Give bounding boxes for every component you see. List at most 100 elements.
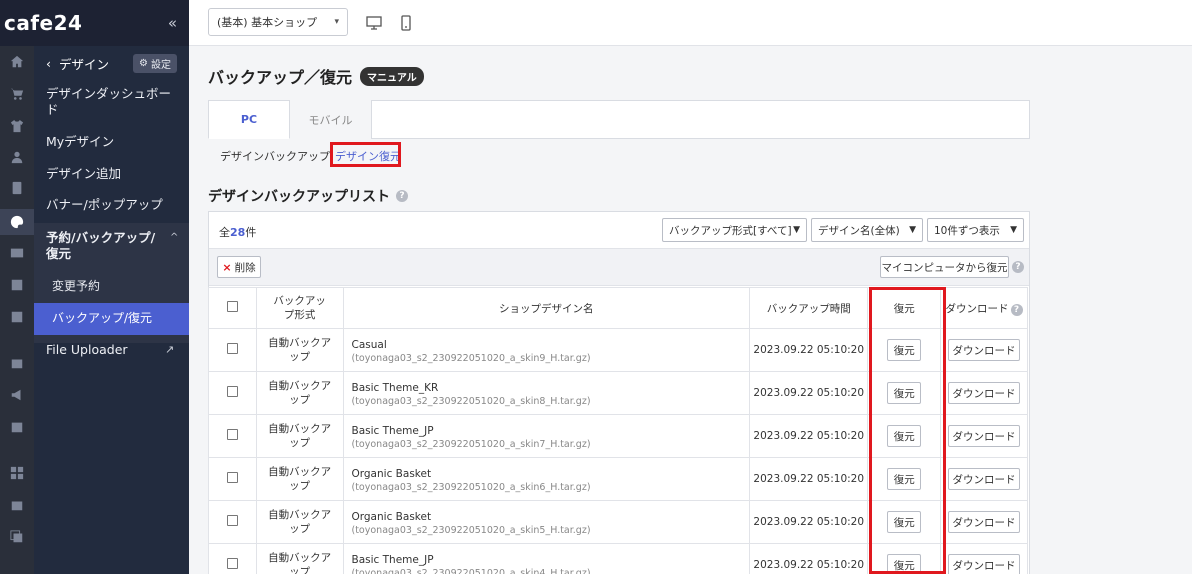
row-backup-type-text: 自動バックアップ (268, 552, 332, 574)
row-design-file: (toyonaga03_s2_230922051020_a_skin8_H.ta… (351, 395, 591, 407)
restore-from-pc-button[interactable]: マイコンピュータから復元 (880, 256, 1009, 278)
row-design-title: Basic Theme_KR (351, 381, 439, 394)
mobile-view-icon[interactable] (396, 12, 416, 34)
header-download: ダウンロード? (940, 287, 1028, 329)
board-icon[interactable] (7, 178, 27, 198)
row-backup-type: 自動バックアップ (255, 328, 344, 372)
home-icon[interactable] (7, 52, 27, 72)
user-icon[interactable] (7, 147, 27, 167)
top-bar: (基本) 基本ショップ ▾ (189, 0, 1192, 46)
addon-icon[interactable] (7, 495, 27, 515)
store-icon[interactable] (7, 353, 27, 373)
row-design-title: Casual (351, 338, 387, 351)
tab-pc[interactable]: PC (208, 100, 290, 139)
row-checkbox[interactable] (226, 472, 238, 483)
manual-badge[interactable]: マニュアル (360, 66, 424, 86)
row-design-name: Basic Theme_KR (toyonaga03_s2_23092205102… (342, 371, 750, 415)
design-name-filter-value: デザイン名(全体) (818, 224, 900, 237)
row-checkbox[interactable] (226, 343, 238, 354)
total-suffix: 件 (245, 226, 257, 239)
list-title: デザインバックアップリスト ? (208, 186, 408, 206)
delete-button-label: 削除 (234, 261, 256, 274)
total-prefix: 全 (219, 226, 230, 239)
copy-icon[interactable] (7, 527, 27, 547)
download-button[interactable]: ダウンロード (948, 339, 1021, 361)
row-checkbox[interactable] (226, 515, 238, 526)
row-backup-type: 自動バックアップ (255, 457, 344, 501)
row-backup-type-text: 自動バックアップ (268, 509, 332, 535)
megaphone-icon[interactable] (7, 385, 27, 405)
row-backup-time: 2023.09.22 05:10:20 (748, 371, 869, 415)
row-design-name: Basic Theme_JP (toyonaga03_s2_23092205102… (342, 543, 750, 574)
nav-back-label: デザイン (59, 56, 110, 72)
header-design-name: ショップデザイン名 (342, 287, 750, 329)
shirt-icon[interactable] (7, 116, 27, 136)
collapse-icon[interactable]: « (168, 14, 177, 32)
help-icon[interactable]: ? (1010, 303, 1023, 316)
help-icon[interactable]: ? (1012, 261, 1024, 273)
chevron-down-icon: ▾ (334, 17, 339, 27)
settings-button[interactable]: ⚙ 設定 (133, 53, 177, 73)
row-backup-time: 2023.09.22 05:10:20 (748, 328, 869, 372)
subtab-design-backup[interactable]: デザインバックアップ (220, 148, 330, 164)
excel-icon[interactable] (7, 307, 27, 327)
row-checkbox[interactable] (226, 558, 238, 569)
nav-item-my-design[interactable]: Myデザイン (34, 134, 189, 150)
row-checkbox[interactable] (226, 386, 238, 397)
nav-item-banner-popup[interactable]: バナー/ポップアップ (34, 197, 189, 213)
row-download-cell: ダウンロード (940, 414, 1028, 458)
mail-icon[interactable] (7, 243, 27, 263)
row-backup-type-text: 自動バックアップ (268, 423, 332, 449)
nav-item-reserve-backup-restore[interactable]: 予約/バックアップ/復元 (34, 230, 174, 262)
row-backup-type-text: 自動バックアップ (268, 380, 332, 406)
header-download-label: ダウンロード (945, 302, 1009, 315)
chevron-down-icon: ▼ (793, 225, 800, 235)
cart-icon[interactable] (7, 84, 27, 104)
header-backup-type: バックアップ形式 (255, 287, 344, 329)
download-button[interactable]: ダウンロード (948, 511, 1021, 533)
stats-icon[interactable] (7, 275, 27, 295)
shop-select[interactable]: (基本) 基本ショップ ▾ (208, 8, 348, 36)
nav-header: ‹ デザイン ⚙ 設定 (34, 46, 189, 80)
row-checkbox-cell (208, 500, 257, 544)
back-to-design[interactable]: ‹ デザイン (46, 54, 109, 73)
tab-mobile[interactable]: モバイル (290, 100, 372, 139)
calendar-icon[interactable] (7, 417, 27, 437)
download-button[interactable]: ダウンロード (948, 382, 1021, 404)
row-backup-type: 自動バックアップ (255, 543, 344, 574)
nav-sub-change-reservation[interactable]: 変更予約 (34, 278, 189, 294)
desktop-view-icon[interactable] (364, 12, 384, 34)
row-backup-time: 2023.09.22 05:10:20 (748, 457, 869, 501)
row-download-cell: ダウンロード (940, 457, 1028, 501)
palette-icon[interactable] (7, 212, 27, 232)
download-button[interactable]: ダウンロード (948, 425, 1021, 447)
select-all-checkbox[interactable] (226, 301, 238, 312)
row-design-name: Casual (toyonaga03_s2_230922051020_a_skin… (342, 328, 750, 372)
row-backup-type-text: 自動バックアップ (268, 337, 332, 363)
apps-icon[interactable] (7, 463, 27, 483)
row-design-file: (toyonaga03_s2_230922051020_a_skin9_H.ta… (351, 352, 591, 364)
download-button[interactable]: ダウンロード (948, 468, 1021, 490)
row-download-cell: ダウンロード (940, 371, 1028, 415)
row-design-title: Organic Basket (351, 467, 432, 480)
nav-sub-backup-restore[interactable]: バックアップ/復元 (34, 310, 189, 326)
help-icon[interactable]: ? (396, 190, 408, 202)
nav-item-dashboard[interactable]: デザインダッシュボード (34, 86, 189, 118)
highlight-box-restore-tab (330, 142, 401, 167)
backup-type-filter[interactable]: バックアップ形式[すべて] ▼ (662, 218, 807, 242)
delete-button[interactable]: × 削除 (217, 256, 261, 278)
cafe24-logo[interactable]: cafe24 (4, 11, 82, 35)
row-backup-time: 2023.09.22 05:10:20 (748, 500, 869, 544)
design-name-filter[interactable]: デザイン名(全体) ▼ (811, 218, 923, 242)
row-design-title: Basic Theme_JP (351, 553, 434, 566)
per-page-value: 10件ずつ表示 (934, 224, 1000, 237)
row-backup-time: 2023.09.22 05:10:20 (748, 414, 869, 458)
row-checkbox[interactable] (226, 429, 238, 440)
header-backup-time: バックアップ時間 (748, 287, 869, 329)
per-page-select[interactable]: 10件ずつ表示 ▼ (927, 218, 1024, 242)
download-button[interactable]: ダウンロード (948, 554, 1021, 574)
row-checkbox-cell (208, 371, 257, 415)
nav-item-add-design[interactable]: デザイン追加 (34, 166, 189, 182)
brand-bar: cafe24 « (0, 0, 189, 46)
header-select-all (208, 287, 257, 329)
